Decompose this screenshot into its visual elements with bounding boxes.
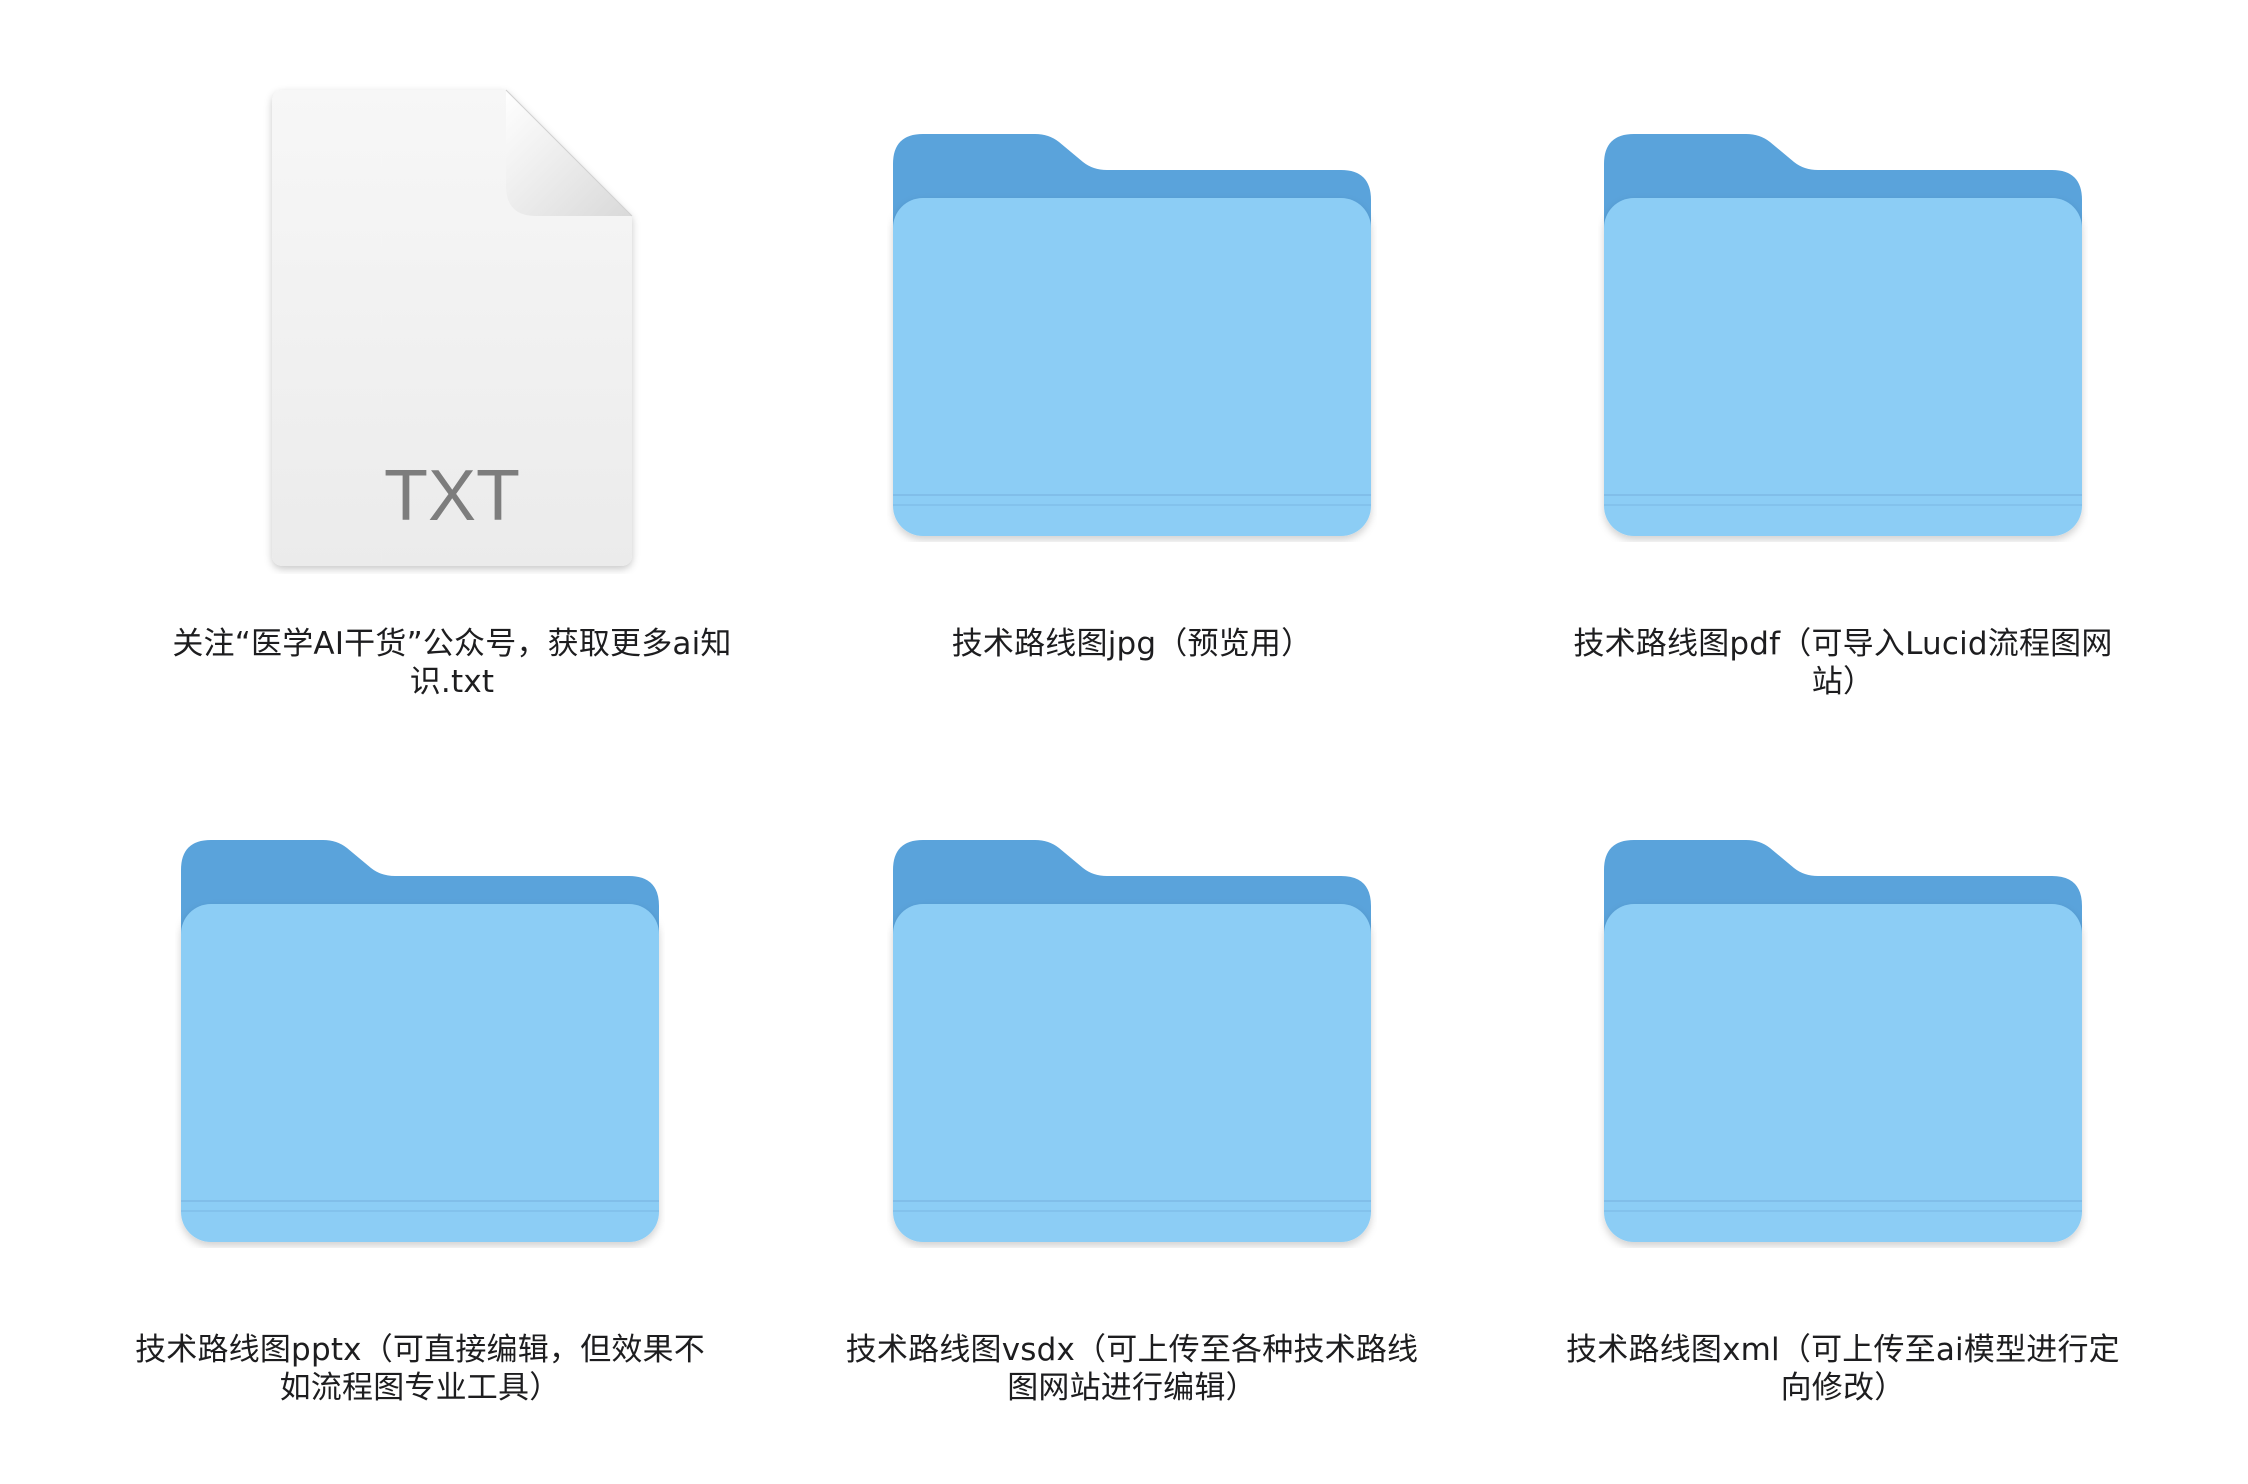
txt-badge-label: TXT <box>384 456 520 536</box>
folder-name-label: 技术路线图pptx（可直接编辑，但效果不如流程图专业工具） <box>135 1332 705 1406</box>
file-grid: TXT 关注“医学AI干货”公众号，获取更多ai知识.txt 技术路线图jpg（… <box>0 0 2248 1484</box>
folder-icon <box>1598 132 2088 542</box>
folder-name-label: 技术路线图jpg（预览用） <box>951 626 1313 662</box>
file-name-label: 关注“医学AI干货”公众号，获取更多ai知识.txt <box>172 626 732 700</box>
folder-name-label: 技术路线图vsdx（可上传至各种技术路线图网站进行编辑） <box>845 1332 1419 1406</box>
folder-item-pptx[interactable]: 技术路线图pptx（可直接编辑，但效果不如流程图专业工具） <box>110 786 730 1426</box>
folder-item-xml[interactable]: 技术路线图xml（可上传至ai模型进行定向修改） <box>1533 786 2153 1426</box>
folder-icon <box>175 838 665 1248</box>
folder-item-pdf[interactable]: 技术路线图pdf（可导入Lucid流程图网站） <box>1533 80 2153 720</box>
txt-document-icon: TXT <box>252 84 652 574</box>
folder-icon <box>887 132 1377 542</box>
folder-name-label: 技术路线图pdf（可导入Lucid流程图网站） <box>1573 626 2113 700</box>
folder-icon <box>887 838 1377 1248</box>
folder-icon <box>1598 838 2088 1248</box>
folder-item-vsdx[interactable]: 技术路线图vsdx（可上传至各种技术路线图网站进行编辑） <box>822 786 1442 1426</box>
file-item-txt[interactable]: TXT 关注“医学AI干货”公众号，获取更多ai知识.txt <box>142 80 762 720</box>
folder-item-jpg[interactable]: 技术路线图jpg（预览用） <box>822 80 1442 720</box>
folder-name-label: 技术路线图xml（可上传至ai模型进行定向修改） <box>1566 1332 2120 1406</box>
